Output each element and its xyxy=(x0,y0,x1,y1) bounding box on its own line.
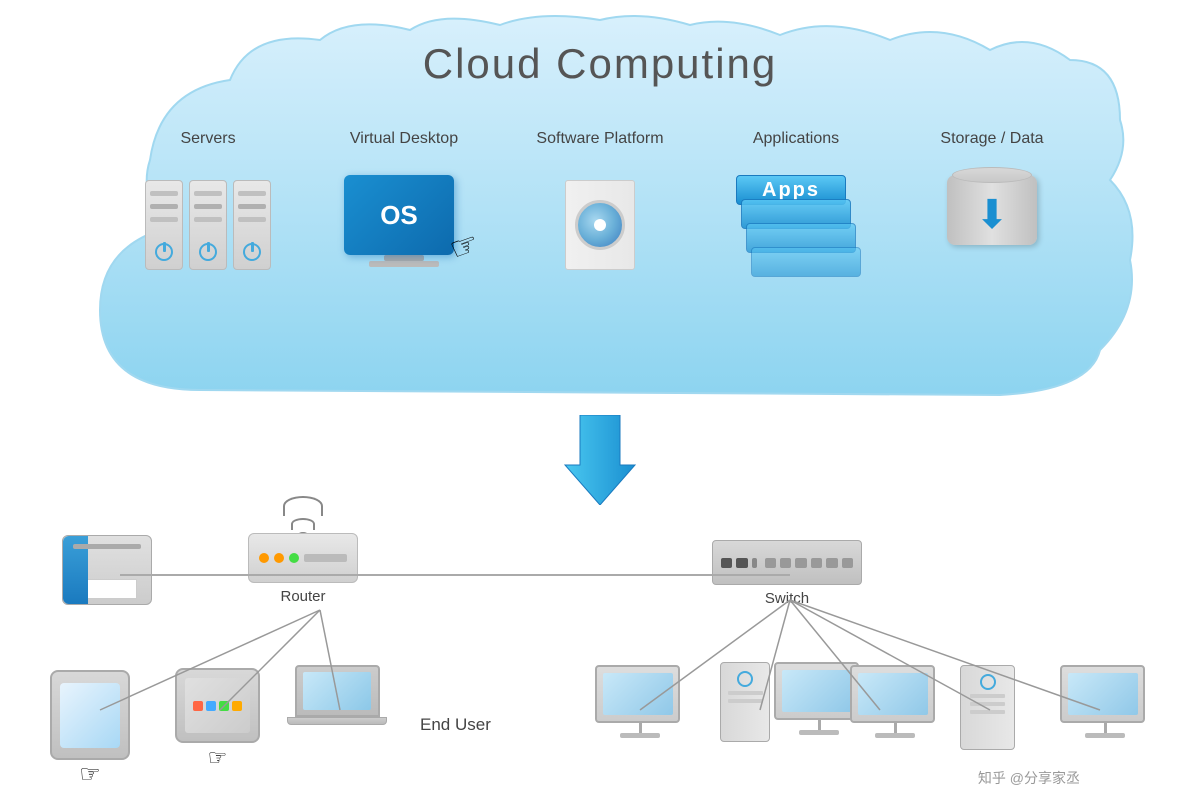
cloud-item-servers: Servers xyxy=(118,130,298,290)
servers-icon xyxy=(143,160,273,290)
cloud-item-storage: Storage / Data ⬇ xyxy=(902,130,1082,290)
virtual-desktop-icon: OS ☞ xyxy=(339,160,469,290)
software-platform-icon xyxy=(535,160,665,290)
storage-icon: ⬇ xyxy=(927,160,1057,290)
connection-arrow xyxy=(560,415,640,505)
applications-label: Applications xyxy=(753,130,839,148)
cloud-item-software-platform: Software Platform xyxy=(510,130,690,290)
cloud-title: Cloud Computing xyxy=(50,40,1150,88)
servers-label: Servers xyxy=(180,130,235,148)
network-lines xyxy=(0,500,1200,800)
applications-icon: Apps xyxy=(731,160,861,290)
virtual-desktop-label: Virtual Desktop xyxy=(350,130,458,148)
cloud-item-applications: Applications Apps xyxy=(706,130,886,290)
storage-label: Storage / Data xyxy=(940,130,1043,148)
cloud-items: Servers xyxy=(110,130,1090,290)
cloud-container: Cloud Computing Servers xyxy=(50,10,1150,430)
cloud-item-virtual-desktop: Virtual Desktop OS ☞ xyxy=(314,130,494,290)
watermark: 知乎 @分享家丞 xyxy=(978,768,1080,788)
software-platform-label: Software Platform xyxy=(536,130,663,148)
